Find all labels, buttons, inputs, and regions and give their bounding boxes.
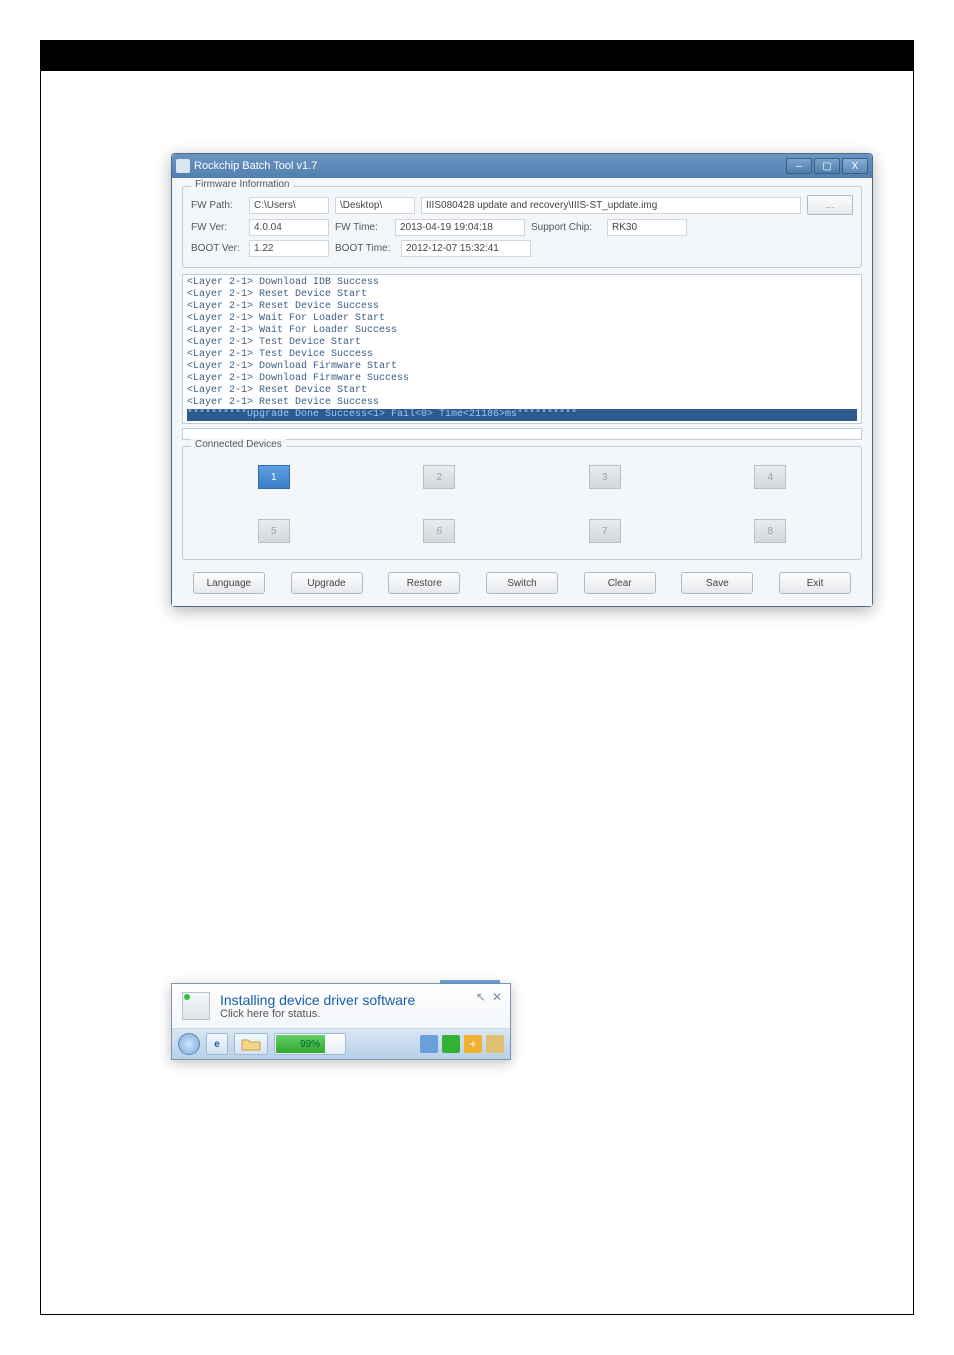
balloon-subtitle: Click here for status. [220,1008,415,1020]
log-line: <Layer 2-1> Reset Device Success [187,301,857,313]
log-output[interactable]: <Layer 2-1> Download IDB Success <Layer … [182,274,862,424]
taskbar: e 99% + [172,1029,510,1059]
progress-percent: 99% [300,1039,320,1050]
minimize-button[interactable]: – [786,158,812,174]
device-slot-1[interactable]: 1 [258,465,290,489]
device-slot-7[interactable]: 7 [589,519,621,543]
log-line: <Layer 2-1> Reset Device Start [187,289,857,301]
log-line: <Layer 2-1> Reset Device Success [187,397,857,409]
log-line: <Layer 2-1> Wait For Loader Success [187,325,857,337]
log-line: <Layer 2-1> Test Device Start [187,337,857,349]
log-highlight: **********Upgrade Done Success<1> Fail<0… [187,409,857,421]
save-button[interactable]: Save [681,572,753,594]
button-row: Language Upgrade Restore Switch Clear Sa… [182,566,862,596]
ie-taskbar-icon[interactable]: e [206,1033,228,1055]
fwtime-label: FW Time: [335,222,389,233]
device-slot-2[interactable]: 2 [423,465,455,489]
explorer-taskbar-icon[interactable] [234,1033,268,1055]
bootver-label: BOOT Ver: [191,243,243,254]
fwpath-value-3: IIIS080428 update and recovery\IIIS-ST_u… [421,197,801,214]
device-slot-3[interactable]: 3 [589,465,621,489]
balloon-close-icon[interactable]: ✕ [492,990,502,1004]
window-title: Rockchip Batch Tool v1.7 [194,160,786,172]
fwver-label: FW Ver: [191,222,243,233]
balloon-title: Installing device driver software [220,992,415,1008]
log-line: <Layer 2-1> Download Firmware Success [187,373,857,385]
tray-new-hardware-icon[interactable]: + [464,1035,482,1053]
start-button[interactable] [178,1033,200,1055]
supportchip-label: Support Chip: [531,222,601,233]
clear-button[interactable]: Clear [584,572,656,594]
tray-network-icon[interactable] [442,1035,460,1053]
firmware-legend: Firmware Information [191,179,293,190]
device-slot-6[interactable]: 6 [423,519,455,543]
tray-safely-remove-icon[interactable] [486,1035,504,1053]
supportchip-value: RK30 [607,219,687,236]
upgrade-button[interactable]: Upgrade [291,572,363,594]
device-slot-8[interactable]: 8 [754,519,786,543]
log-line: <Layer 2-1> Test Device Success [187,349,857,361]
log-line: <Layer 2-1> Download IDB Success [187,277,857,289]
switch-button[interactable]: Switch [486,572,558,594]
browse-button[interactable]: … [807,195,853,215]
boottime-value: 2012-12-07 15:32:41 [401,240,531,257]
connected-devices-group: Connected Devices 1 2 3 4 5 6 7 8 [182,446,862,560]
fwpath-value-2: \Desktop\ [335,197,415,214]
boottime-label: BOOT Time: [335,243,395,254]
fwtime-value: 2013-04-19 19:04:18 [395,219,525,236]
log-line: <Layer 2-1> Wait For Loader Start [187,313,857,325]
exit-button[interactable]: Exit [779,572,851,594]
fwver-value: 4.0.04 [249,219,329,236]
fwpath-label: FW Path: [191,200,243,211]
cursor-icon: ↖ [476,990,486,1004]
bootver-value: 1.22 [249,240,329,257]
log-line: <Layer 2-1> Reset Device Start [187,385,857,397]
restore-button[interactable]: Restore [388,572,460,594]
driver-install-notification: Installing device driver software Click … [171,983,511,1060]
log-line: <Layer 2-1> Download Firmware Start [187,361,857,373]
device-icon [182,992,210,1020]
devices-legend: Connected Devices [191,439,286,450]
fwpath-value-1: C:\Users\ [249,197,329,214]
language-button[interactable]: Language [193,572,265,594]
tray-action-center-icon[interactable] [420,1035,438,1053]
download-progress-taskbar[interactable]: 99% [274,1033,346,1055]
device-slot-4[interactable]: 4 [754,465,786,489]
app-icon [176,159,190,173]
titlebar: Rockchip Batch Tool v1.7 – ▢ X [172,154,872,178]
firmware-info-group: Firmware Information FW Path: C:\Users\ … [182,186,862,268]
maximize-button[interactable]: ▢ [814,158,840,174]
rockchip-batch-tool-window: Rockchip Batch Tool v1.7 – ▢ X Firmware … [171,153,873,607]
close-button[interactable]: X [842,158,868,174]
balloon-tooltip[interactable]: Installing device driver software Click … [172,984,510,1029]
device-slot-5[interactable]: 5 [258,519,290,543]
